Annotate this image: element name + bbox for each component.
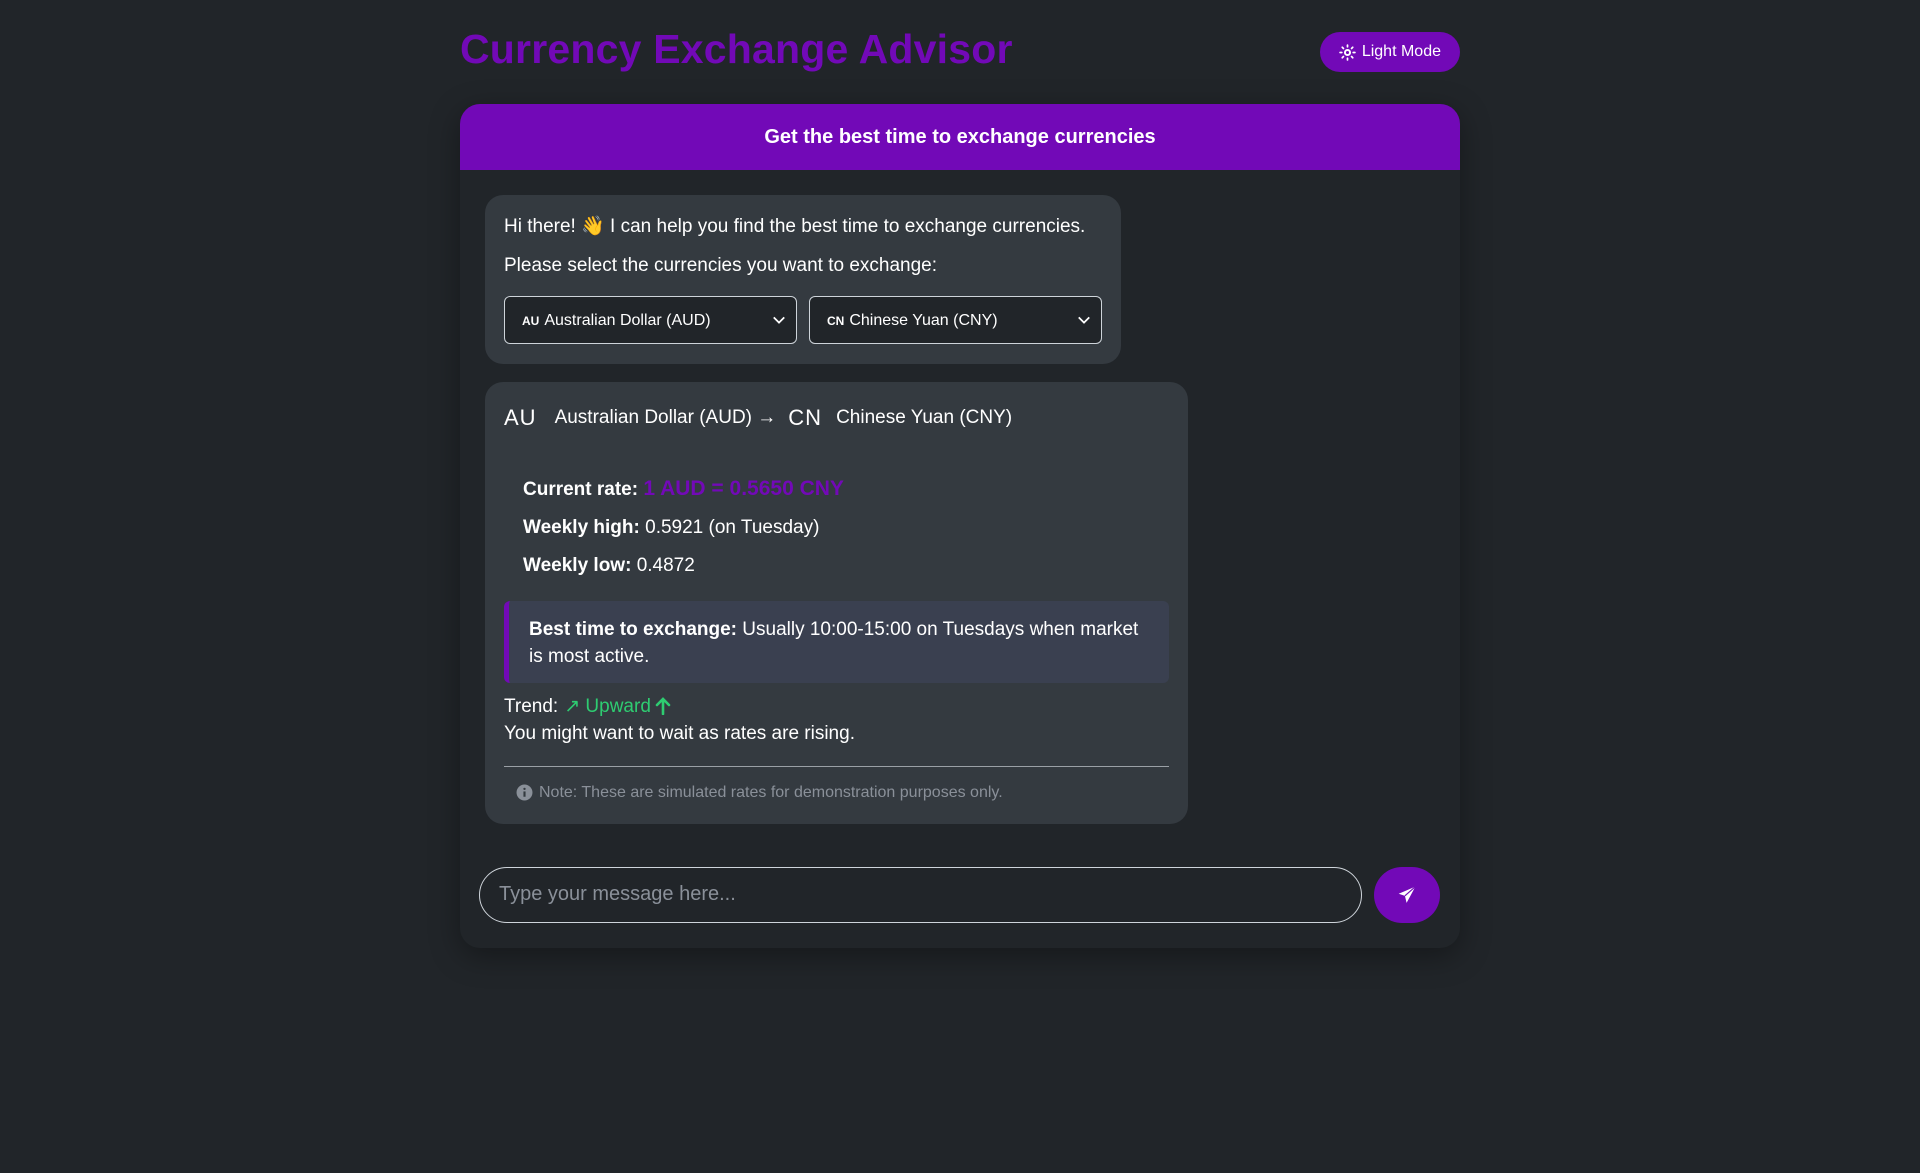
from-currency-label: Australian Dollar (AUD) (544, 311, 711, 329)
trend-label: Trend: (504, 695, 559, 717)
current-rate-value: 1 AUD = 0.5650 CNY (643, 476, 844, 500)
from-currency-name: Australian Dollar (AUD) → (554, 407, 777, 429)
currency-pair-title: AU Australian Dollar (AUD) → CN Chinese … (504, 402, 1169, 434)
bot-message-result: AU Australian Dollar (AUD) → CN Chinese … (485, 382, 1188, 824)
trend-value: ↗ Upward (564, 695, 651, 717)
greeting-line-1: Hi there! 👋 I can help you find the best… (504, 213, 1102, 241)
theme-toggle-button[interactable]: Light Mode (1319, 32, 1460, 72)
wave-icon: 👋 (581, 216, 605, 237)
send-button[interactable] (1374, 866, 1440, 923)
arrow-up-icon (655, 697, 671, 716)
chat-card: Get the best time to exchange currencies… (460, 104, 1460, 948)
info-icon (516, 784, 533, 801)
current-rate-label: Current rate: (523, 478, 639, 500)
disclaimer-text: Note: These are simulated rates for demo… (539, 783, 1003, 801)
to-flag: CN (788, 405, 823, 431)
currency-selects: AU Australian Dollar (AUD) CN Chinese Yuan… (504, 296, 1102, 345)
greeting-line-2: Please select the currencies you want to… (504, 254, 938, 276)
message-input[interactable] (479, 866, 1362, 923)
app-container: Currency Exchange Advisor Light Mode Get… (460, 0, 1460, 948)
sun-icon (1339, 43, 1356, 61)
from-currency-select[interactable]: AU Australian Dollar (AUD) (504, 296, 797, 345)
chat-banner: Get the best time to exchange currencies (460, 104, 1460, 170)
app-header: Currency Exchange Advisor Light Mode (460, 0, 1460, 104)
to-currency-option: CN Chinese Yuan (CNY) (827, 309, 998, 332)
app-title: Currency Exchange Advisor (460, 26, 1013, 72)
advice-text: You might want to wait as rates are risi… (504, 723, 855, 745)
greeting-text-pre: Hi there! (504, 216, 576, 237)
from-currency-code: AU (522, 313, 540, 328)
paper-plane-icon (1398, 886, 1416, 903)
weekly-low-row: Weekly low: 0.4872 (523, 552, 1169, 580)
trend-row: Trend: ↗ Upward (504, 693, 1169, 721)
from-flag: AU (504, 405, 537, 431)
weekly-low-value: 0.4872 (636, 554, 695, 576)
bot-message-greeting: Hi there! 👋 I can help you find the best… (485, 195, 1121, 365)
weekly-high-value: 0.5921 (on Tuesday) (645, 517, 820, 539)
to-currency-code: CN (827, 313, 845, 328)
to-currency-select[interactable]: CN Chinese Yuan (CNY) (809, 296, 1102, 345)
disclaimer-note: Note: These are simulated rates for demo… (504, 765, 1169, 804)
greeting-text-post: I can help you find the best time to exc… (610, 216, 1086, 237)
weekly-high-label: Weekly high: (523, 517, 640, 539)
to-currency-name: Chinese Yuan (CNY) (836, 407, 1013, 429)
chevron-down-icon (773, 316, 785, 324)
theme-toggle-label: Light Mode (1361, 43, 1441, 60)
weekly-low-label: Weekly low: (523, 554, 632, 576)
from-currency-option: AU Australian Dollar (AUD) (522, 309, 711, 332)
chevron-down-icon (1078, 316, 1090, 324)
message-composer (460, 842, 1460, 948)
best-time-label: Best time to exchange: (529, 618, 737, 640)
trend-indicator: ↗ Upward (564, 693, 671, 721)
to-currency-label: Chinese Yuan (CNY) (849, 311, 998, 329)
message-list: Hi there! 👋 I can help you find the best… (460, 170, 1460, 824)
weekly-high-row: Weekly high: 0.5921 (on Tuesday) (523, 514, 1169, 542)
current-rate-row: Current rate: 1 AUD = 0.5650 CNY (523, 474, 1169, 504)
rate-list: Current rate: 1 AUD = 0.5650 CNY Weekly … (504, 474, 1169, 580)
best-time-callout: Best time to exchange: Usually 10:00-15:… (504, 600, 1169, 683)
